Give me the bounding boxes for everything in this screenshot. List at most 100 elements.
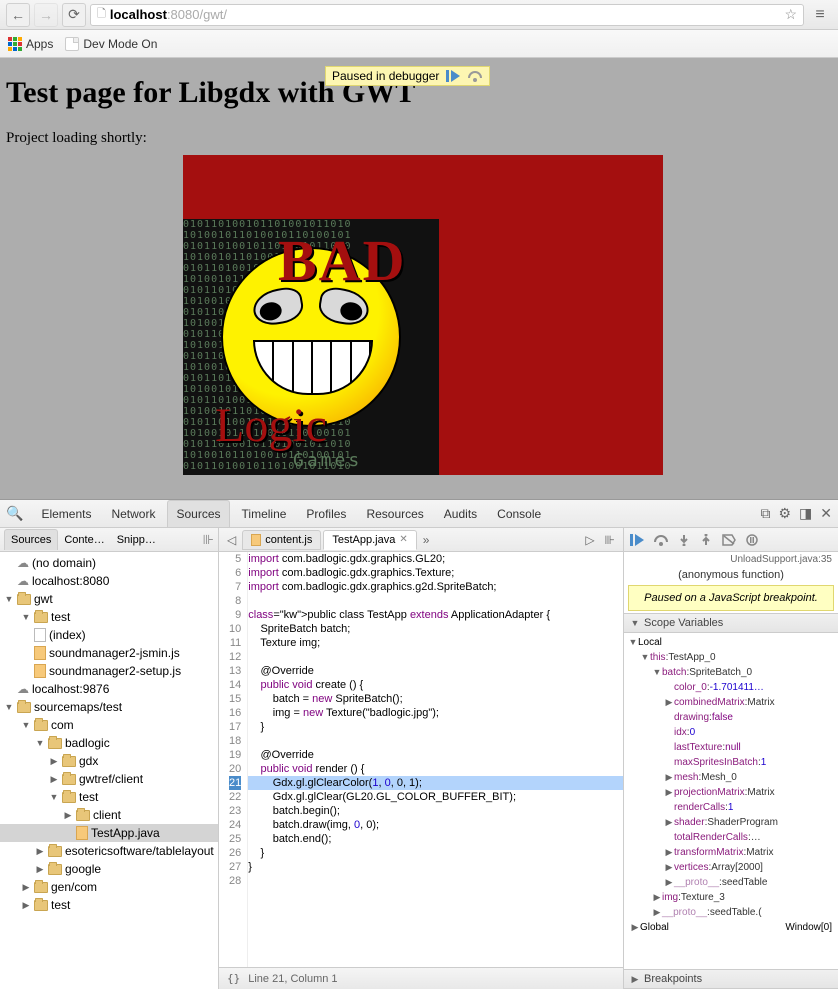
navtab-sources[interactable]: Sources [4, 529, 58, 550]
tab-sources[interactable]: Sources [167, 500, 229, 527]
devtools-tabs: 🔍 Elements Network Sources Timeline Prof… [0, 500, 838, 528]
tab-elements[interactable]: Elements [33, 501, 99, 527]
step-over-button[interactable] [654, 534, 668, 546]
folder-icon [62, 756, 76, 767]
settings-icon[interactable]: ⚙ [778, 505, 791, 522]
tree-gen[interactable]: ▶gen/com [0, 878, 218, 896]
scope-row[interactable]: ▶projectionMatrix: Matrix [624, 785, 838, 800]
pretty-print-icon[interactable]: {} [227, 972, 240, 985]
scope-variables-header[interactable]: ▼Scope Variables [624, 613, 838, 633]
forward-button[interactable]: → [34, 3, 58, 27]
url-port: :8080 [167, 7, 200, 22]
tree-index[interactable]: (index) [0, 626, 218, 644]
tree-esoteric[interactable]: ▶esotericsoftware/tablelayout [0, 842, 218, 860]
devmode-bookmark[interactable]: Dev Mode On [65, 37, 157, 51]
breakpoints-header[interactable]: ▶Breakpoints [624, 969, 838, 989]
more-tabs[interactable]: » [419, 533, 434, 547]
scope-row[interactable]: maxSpritesInBatch: 1 [624, 755, 838, 770]
tab-profiles[interactable]: Profiles [298, 501, 354, 527]
tree-com[interactable]: ▼com [0, 716, 218, 734]
scope-row[interactable]: ▶vertices: Array[2000] [624, 860, 838, 875]
navtab-content[interactable]: Conte… [58, 530, 110, 550]
resume-button[interactable] [630, 534, 644, 546]
tree-test3[interactable]: ▶test [0, 896, 218, 914]
back-button[interactable]: ← [6, 3, 30, 27]
step-over-icon[interactable] [467, 69, 483, 83]
close-devtools-icon[interactable]: ✕ [820, 505, 832, 522]
tree-test[interactable]: ▼test [0, 608, 218, 626]
tree-gdx[interactable]: ▶gdx [0, 752, 218, 770]
scope-row[interactable]: ▶shader: ShaderProgram [624, 815, 838, 830]
logo-games-text: Games [293, 450, 362, 471]
scope-row[interactable]: renderCalls: 1 [624, 800, 838, 815]
url-bar[interactable]: 🗋 localhost:8080/gwt/ ☆ [90, 4, 804, 26]
tree-localhost8080[interactable]: ☁localhost:8080 [0, 572, 218, 590]
tree-client[interactable]: ▶client [0, 806, 218, 824]
deactivate-breakpoints-button[interactable] [722, 534, 736, 546]
scope-row[interactable]: ▶transformMatrix: Matrix [624, 845, 838, 860]
codetab-testapp[interactable]: TestApp.java✕ [323, 530, 416, 550]
run-snippet-icon[interactable]: ▷ [581, 533, 598, 547]
call-source-link[interactable]: UnloadSupport.java:35 [624, 552, 838, 567]
scope-row[interactable]: ▶__proto__: seedTable.( [624, 905, 838, 920]
tab-network[interactable]: Network [103, 501, 163, 527]
tree-sourcemaps[interactable]: ▼sourcemaps/test [0, 698, 218, 716]
scope-row[interactable]: totalRenderCalls: … [624, 830, 838, 845]
scope-row[interactable]: lastTexture: null [624, 740, 838, 755]
tree-smjsmin[interactable]: soundmanager2-jsmin.js [0, 644, 218, 662]
bookmark-star-icon[interactable]: ☆ [784, 6, 797, 23]
scope-row[interactable]: ▼batch: SpriteBatch_0 [624, 665, 838, 680]
scope-row[interactable]: color_0: -1.701411… [624, 680, 838, 695]
scope-row[interactable]: ▶__proto__: seedTable [624, 875, 838, 890]
js-file-icon [34, 664, 46, 678]
logo-bad-text: BAD [278, 227, 406, 294]
tree-smsetup[interactable]: soundmanager2-setup.js [0, 662, 218, 680]
inspect-icon[interactable]: 🔍 [6, 505, 23, 522]
scope-row[interactable]: ▶mesh: Mesh_0 [624, 770, 838, 785]
history-back-icon[interactable]: ◁ [223, 533, 240, 547]
menu-button[interactable]: ≡ [808, 3, 832, 27]
apps-grid-icon [8, 37, 22, 51]
tab-timeline[interactable]: Timeline [234, 501, 295, 527]
js-file-icon [251, 534, 261, 546]
scope-row[interactable]: ▼this: TestApp_0 [624, 650, 838, 665]
call-frame[interactable]: (anonymous function) [624, 567, 838, 583]
scope-row[interactable]: idx: 0 [624, 725, 838, 740]
navtab-snippets[interactable]: Snipp… [111, 530, 162, 550]
step-into-button[interactable] [678, 534, 690, 546]
page-icon: 🗋 [97, 5, 106, 24]
tree-test2[interactable]: ▼test [0, 788, 218, 806]
toggle-nav-icon[interactable]: ⊪ [601, 533, 619, 547]
drawer-icon[interactable]: ⧉ [760, 505, 770, 522]
tab-audits[interactable]: Audits [436, 501, 485, 527]
scope-row[interactable]: drawing: false [624, 710, 838, 725]
tree-google[interactable]: ▶google [0, 860, 218, 878]
scope-row[interactable]: ▶img: Texture_3 [624, 890, 838, 905]
tree-testapp[interactable]: TestApp.java [0, 824, 218, 842]
scope-variables-body: ▼Local ▼this: TestApp_0▼batch: SpriteBat… [624, 633, 838, 969]
scope-row[interactable]: ▶combinedMatrix: Matrix [624, 695, 838, 710]
dock-icon[interactable]: ◨ [799, 505, 812, 522]
tree-nodomain[interactable]: ☁(no domain) [0, 554, 218, 572]
tab-resources[interactable]: Resources [358, 501, 431, 527]
game-canvas[interactable]: 010110100101101001011010 101001011010010… [183, 155, 663, 475]
file-icon [34, 628, 46, 642]
tab-console[interactable]: Console [489, 501, 549, 527]
scope-local[interactable]: ▼Local [624, 635, 838, 650]
scope-global[interactable]: ▶GlobalWindow[0] [624, 920, 838, 935]
step-out-button[interactable] [700, 534, 712, 546]
tree-gwtref[interactable]: ▶gwtref/client [0, 770, 218, 788]
badlogic-logo: 010110100101101001011010 101001011010010… [183, 219, 439, 475]
show-nav-icon[interactable]: ⊪ [203, 532, 214, 548]
folder-icon [34, 882, 48, 893]
reload-button[interactable]: ⟳ [62, 3, 86, 27]
close-tab-icon[interactable]: ✕ [399, 534, 407, 545]
resume-icon[interactable] [445, 69, 461, 83]
pause-exceptions-button[interactable] [746, 534, 758, 546]
code-editor[interactable]: 5678910111213141516171819202122232425262… [219, 552, 623, 967]
tree-badlogic[interactable]: ▼badlogic [0, 734, 218, 752]
apps-shortcut[interactable]: Apps [8, 37, 53, 51]
tree-gwt[interactable]: ▼gwt [0, 590, 218, 608]
tree-localhost9876[interactable]: ☁localhost:9876 [0, 680, 218, 698]
codetab-content[interactable]: content.js [242, 530, 321, 550]
